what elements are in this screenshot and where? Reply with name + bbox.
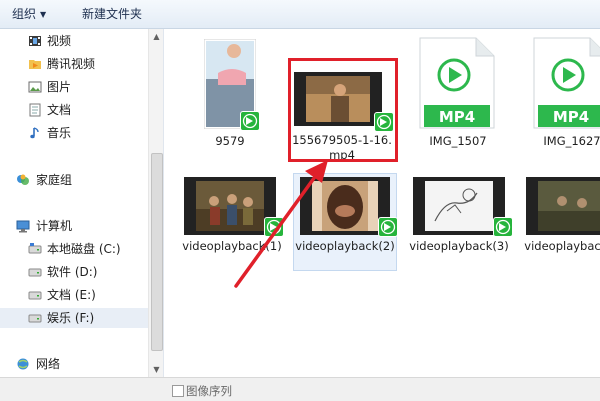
image-sequence-label: 图像序列 — [186, 384, 232, 398]
nav-label: 文档 (E:) — [47, 288, 96, 302]
scroll-up-arrow-icon[interactable]: ▲ — [149, 29, 163, 44]
nav-label: 图片 — [47, 80, 72, 94]
computer-icon — [16, 220, 30, 233]
drive-icon — [28, 291, 42, 300]
nav-item-drive-f[interactable]: 娱乐 (F:) — [0, 308, 148, 328]
music-folder-icon — [30, 127, 39, 139]
file-item-img-1507[interactable]: MP4 IMG_1507 — [406, 37, 510, 148]
nav-label: 网络 — [36, 357, 61, 371]
nav-label: 腾讯视频 — [47, 57, 96, 71]
organize-label: 组织 — [12, 7, 37, 21]
nav-label: 计算机 — [36, 219, 73, 233]
nav-label: 文档 — [47, 103, 72, 117]
mp4-extension-label: MP4 — [552, 108, 590, 126]
video-badge-icon — [240, 111, 260, 131]
highlight-box — [288, 58, 398, 162]
tencent-video-folder-icon — [29, 60, 41, 69]
nav-item-drive-e[interactable]: 文档 (E:) — [0, 285, 148, 305]
nav-item-videos[interactable]: 视频 — [0, 31, 148, 51]
video-thumbnail — [184, 177, 276, 235]
pictures-folder-icon — [28, 81, 42, 93]
new-folder-label: 新建文件夹 — [82, 7, 143, 21]
video-folder-icon — [29, 36, 41, 46]
file-name: 9579 — [215, 134, 245, 148]
video-badge-icon — [493, 217, 513, 237]
documents-folder-icon — [29, 103, 41, 117]
nav-label: 软件 (D:) — [47, 265, 98, 279]
drive-icon — [28, 243, 42, 254]
navigation-pane: 视频 腾讯视频 图片 文档 音乐 家庭组 计算机 本地磁盘 (C:) 软件 (D… — [0, 29, 163, 377]
video-thumbnail — [526, 177, 600, 235]
nav-item-pictures[interactable]: 图片 — [0, 77, 148, 97]
nav-item-drive-d[interactable]: 软件 (D:) — [0, 262, 148, 282]
drive-icon — [28, 268, 42, 277]
file-name: videoplayback(3) — [409, 239, 509, 253]
nav-item-network[interactable]: 网络 — [0, 354, 148, 374]
file-name: IMG_1627 — [543, 134, 600, 148]
nav-item-music[interactable]: 音乐 — [0, 123, 148, 143]
file-item-videoplayback-3[interactable]: videoplayback(3) — [407, 173, 513, 271]
nav-scrollbar[interactable]: ▲ ▼ — [148, 29, 163, 377]
command-bar: 组织 ▼ 新建文件夹 — [0, 0, 600, 29]
file-item-img-1627[interactable]: MP4 IMG_1627 — [520, 37, 600, 148]
file-name: videoplayback(4) — [524, 239, 600, 253]
nav-label: 音乐 — [47, 126, 72, 140]
nav-item-homegroup[interactable]: 家庭组 — [0, 170, 148, 190]
status-bar: 图像序列 — [0, 377, 600, 401]
video-thumbnail — [413, 177, 505, 235]
nav-label: 本地磁盘 (C:) — [47, 242, 121, 256]
scroll-down-arrow-icon[interactable]: ▼ — [149, 362, 163, 377]
mp4-extension-label: MP4 — [438, 108, 476, 126]
file-item-videoplayback-4[interactable]: videoplayback(4) — [520, 173, 600, 271]
file-item-videoplayback-1[interactable]: videoplayback(1) — [178, 173, 284, 271]
file-item-9579[interactable]: 9579 — [178, 39, 282, 148]
new-folder-button[interactable]: 新建文件夹 — [82, 6, 142, 22]
file-item-videoplayback-2[interactable]: videoplayback(2) — [293, 173, 398, 271]
file-name: IMG_1507 — [429, 134, 487, 148]
video-badge-icon — [264, 217, 284, 237]
nav-item-documents[interactable]: 文档 — [0, 100, 148, 120]
file-name: videoplayback(2) — [295, 239, 395, 253]
organize-button[interactable]: 组织 ▼ — [12, 6, 46, 22]
nav-item-drive-c[interactable]: 本地磁盘 (C:) — [0, 239, 148, 259]
drive-icon — [28, 314, 42, 323]
video-thumbnail — [300, 177, 390, 235]
video-badge-icon — [378, 217, 398, 237]
scrollbar-thumb[interactable] — [151, 153, 163, 351]
file-name: videoplayback(1) — [182, 239, 282, 253]
nav-label: 视频 — [47, 34, 72, 48]
nav-label: 娱乐 (F:) — [47, 311, 95, 325]
homegroup-icon — [17, 174, 29, 185]
nav-item-computer[interactable]: 计算机 — [0, 216, 148, 236]
chevron-down-icon: ▼ — [40, 10, 47, 19]
image-sequence-checkbox[interactable] — [172, 385, 184, 397]
nav-item-tencent-video[interactable]: 腾讯视频 — [0, 54, 148, 74]
network-icon — [17, 358, 29, 370]
nav-label: 家庭组 — [36, 173, 73, 187]
